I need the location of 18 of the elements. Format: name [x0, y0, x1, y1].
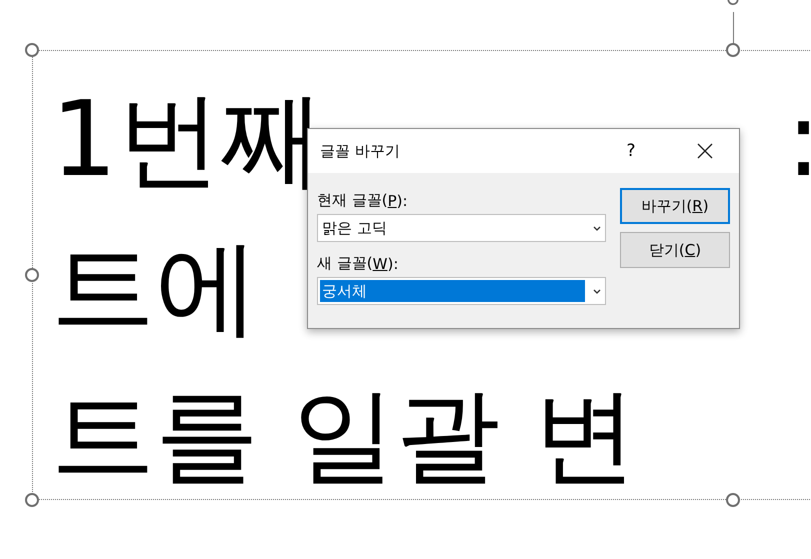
dialog-button[interactable]: 바꾸기(R): [620, 188, 730, 224]
field-label: 현재 글꼴(P):: [317, 190, 409, 212]
font-dropdown[interactable]: 맑은 고딕: [317, 214, 606, 242]
close-icon: [697, 143, 713, 159]
caret-icon: [593, 226, 601, 230]
resize-handle[interactable]: [25, 493, 39, 507]
resize-handle[interactable]: [25, 43, 39, 57]
field-label: 새 글꼴(W):: [317, 253, 400, 274]
resize-handle[interactable]: [726, 43, 740, 57]
slide-text: 트에: [51, 235, 259, 339]
resize-handle[interactable]: [726, 493, 740, 507]
help-button[interactable]: ?: [621, 136, 641, 166]
slide-text: 트를 일괄 변: [51, 383, 638, 487]
dialog-button[interactable]: 닫기(C): [620, 232, 730, 268]
resize-handle[interactable]: [25, 268, 39, 282]
caret-icon: [593, 288, 601, 294]
slide-text: :: [786, 87, 811, 191]
font-dropdown[interactable]: 궁서체: [317, 277, 606, 305]
